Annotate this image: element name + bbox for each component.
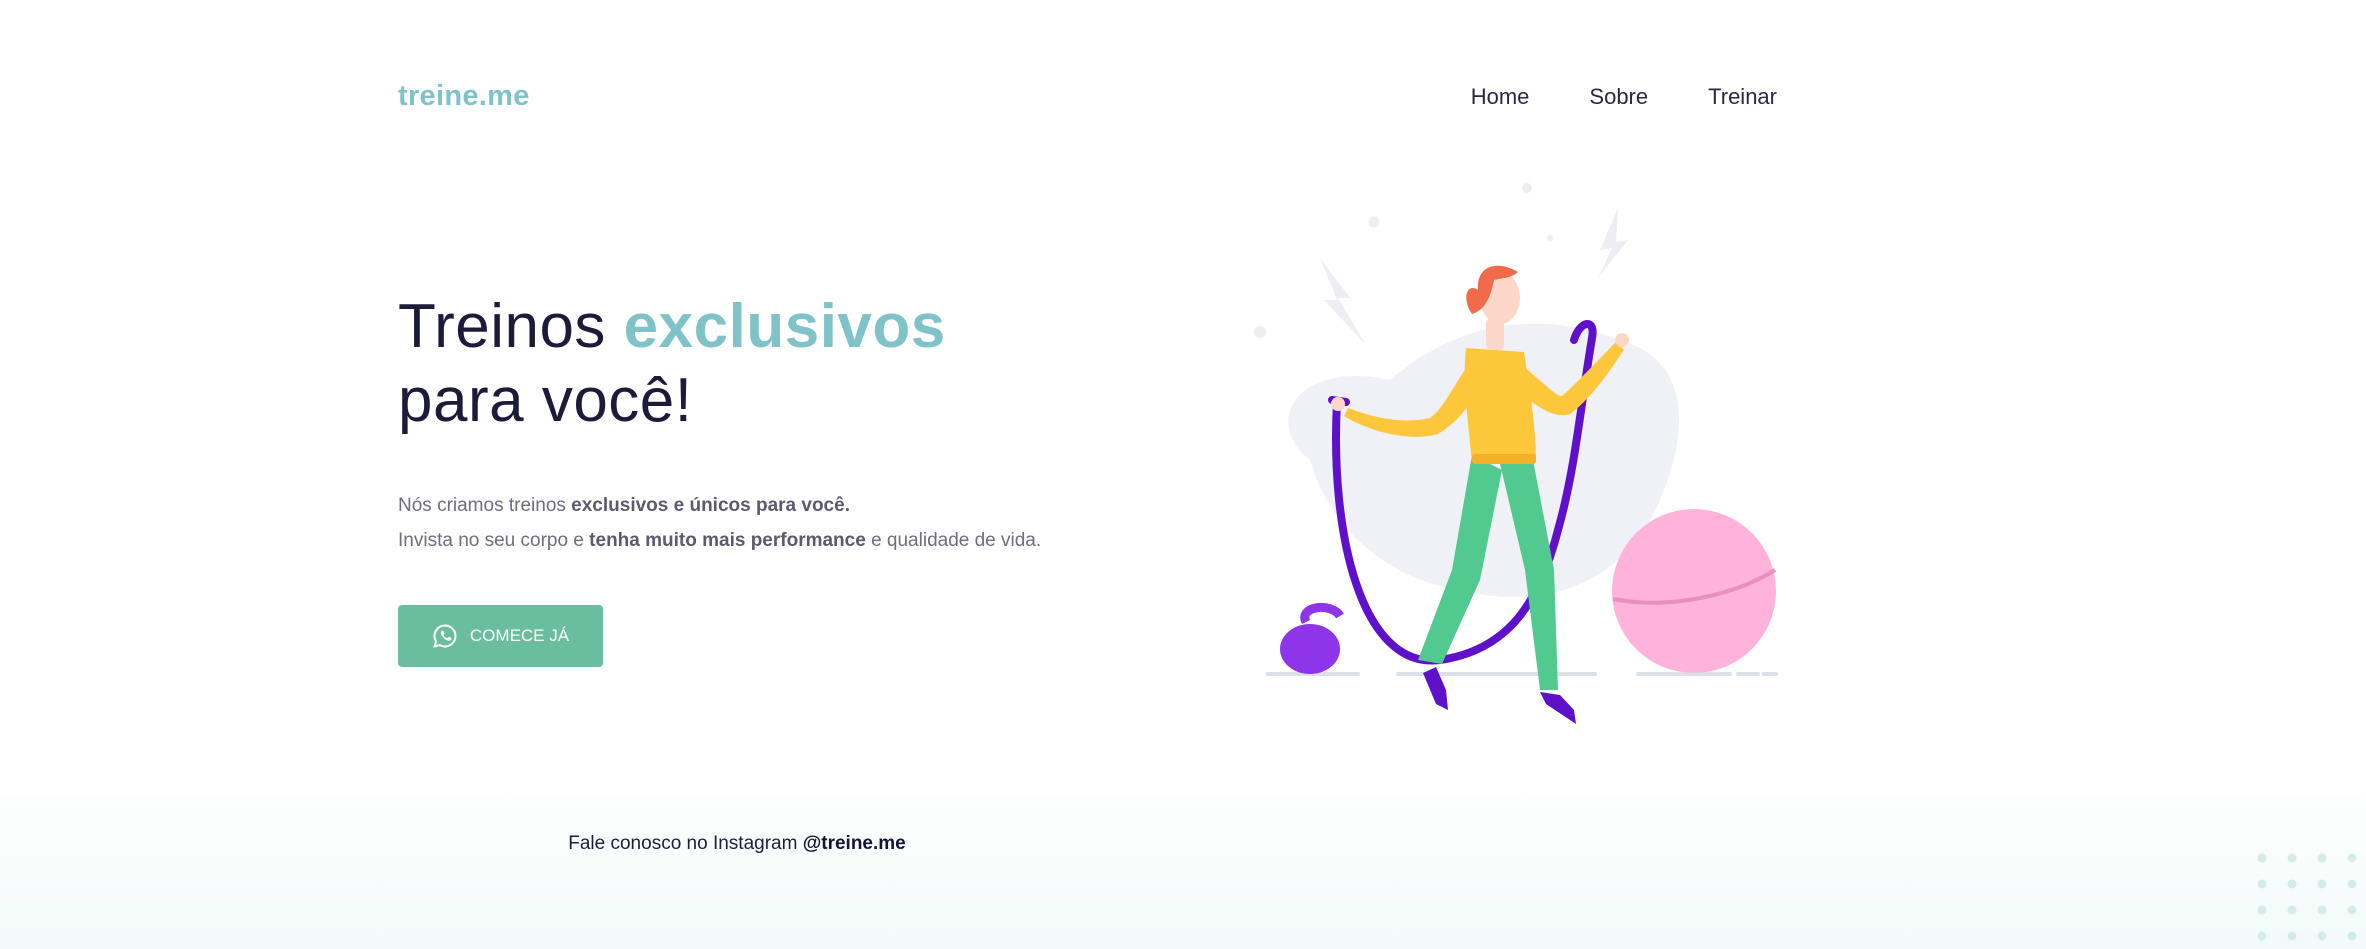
grid-dot (2317, 879, 2327, 889)
grid-dot (2258, 879, 2267, 889)
hero-line-1-text: Nós criamos treinos (398, 495, 572, 516)
grid-dot (2287, 931, 2297, 941)
grid-dot (2287, 905, 2297, 915)
main-nav: Home Sobre Treinar (1471, 84, 1777, 110)
hero-title: Treinos exclusivos para você! (398, 290, 946, 438)
grid-dot (2317, 905, 2327, 915)
hero-title-part1: Treinos (398, 292, 624, 361)
hero-line-2-bold: tenha muito mais performance (589, 530, 866, 551)
grid-dot (2287, 853, 2297, 863)
grid-dot (2258, 931, 2267, 941)
comece-ja-label: COMECE JÁ (469, 626, 570, 645)
hero-line-2-end: e qualidade de vida. (865, 530, 1042, 551)
grid-dot (2347, 905, 2357, 915)
brand-logo[interactable]: treine.me (398, 80, 530, 113)
footer-contact-text: Fale conosco no Instagram (568, 833, 803, 854)
hero-description: Nós criamos treinos exclusivos e únicos … (398, 488, 1041, 558)
footer-contact: Fale conosco no Instagram @treine.me (0, 833, 1474, 855)
grid-dot (2258, 905, 2267, 915)
left-hand (1331, 397, 1345, 411)
grid-dot (2258, 853, 2267, 863)
grid-dot (2347, 879, 2357, 889)
lightning-right-icon (1598, 208, 1628, 278)
whatsapp-icon (432, 623, 458, 649)
deco-dot (1522, 183, 1532, 193)
hero-line-2-text: Invista no seu corpo e (398, 530, 590, 551)
comece-ja-button[interactable]: COMECE JÁ (398, 605, 603, 667)
hero-line-1: Nós criamos treinos exclusivos e únicos … (398, 488, 1041, 523)
lightning-left-icon (1320, 258, 1366, 345)
footer-band (0, 780, 2366, 949)
deco-dot (1254, 326, 1266, 338)
deco-dot (1368, 216, 1380, 228)
grid-dot (2317, 853, 2327, 863)
exercise-ball (1612, 509, 1776, 673)
grid-dot (2347, 931, 2357, 941)
grid-dot (2317, 931, 2327, 941)
instagram-handle-link[interactable]: @treine.me (803, 833, 906, 854)
nav-sobre[interactable]: Sobre (1589, 84, 1648, 110)
kettlebell-body (1280, 624, 1340, 674)
nav-home[interactable]: Home (1471, 84, 1530, 110)
right-shoe (1540, 692, 1576, 724)
grid-dot (2347, 853, 2357, 863)
hero-title-part2: para você! (398, 366, 693, 435)
hero-line-2: Invista no seu corpo e tenha muito mais … (398, 523, 1041, 558)
hero-line-1-bold: exclusivos e únicos para você. (571, 495, 850, 516)
hero-title-accent: exclusivos (623, 292, 946, 361)
deco-dot (1547, 235, 1553, 241)
jump-rope-illustration (1254, 183, 1778, 724)
jacket-hem (1472, 454, 1536, 464)
right-hand (1615, 333, 1629, 347)
nav-treinar[interactable]: Treinar (1708, 84, 1777, 110)
dot-grid-decoration (2258, 853, 2357, 941)
kettlebell (1300, 602, 1344, 625)
grid-dot (2287, 879, 2297, 889)
